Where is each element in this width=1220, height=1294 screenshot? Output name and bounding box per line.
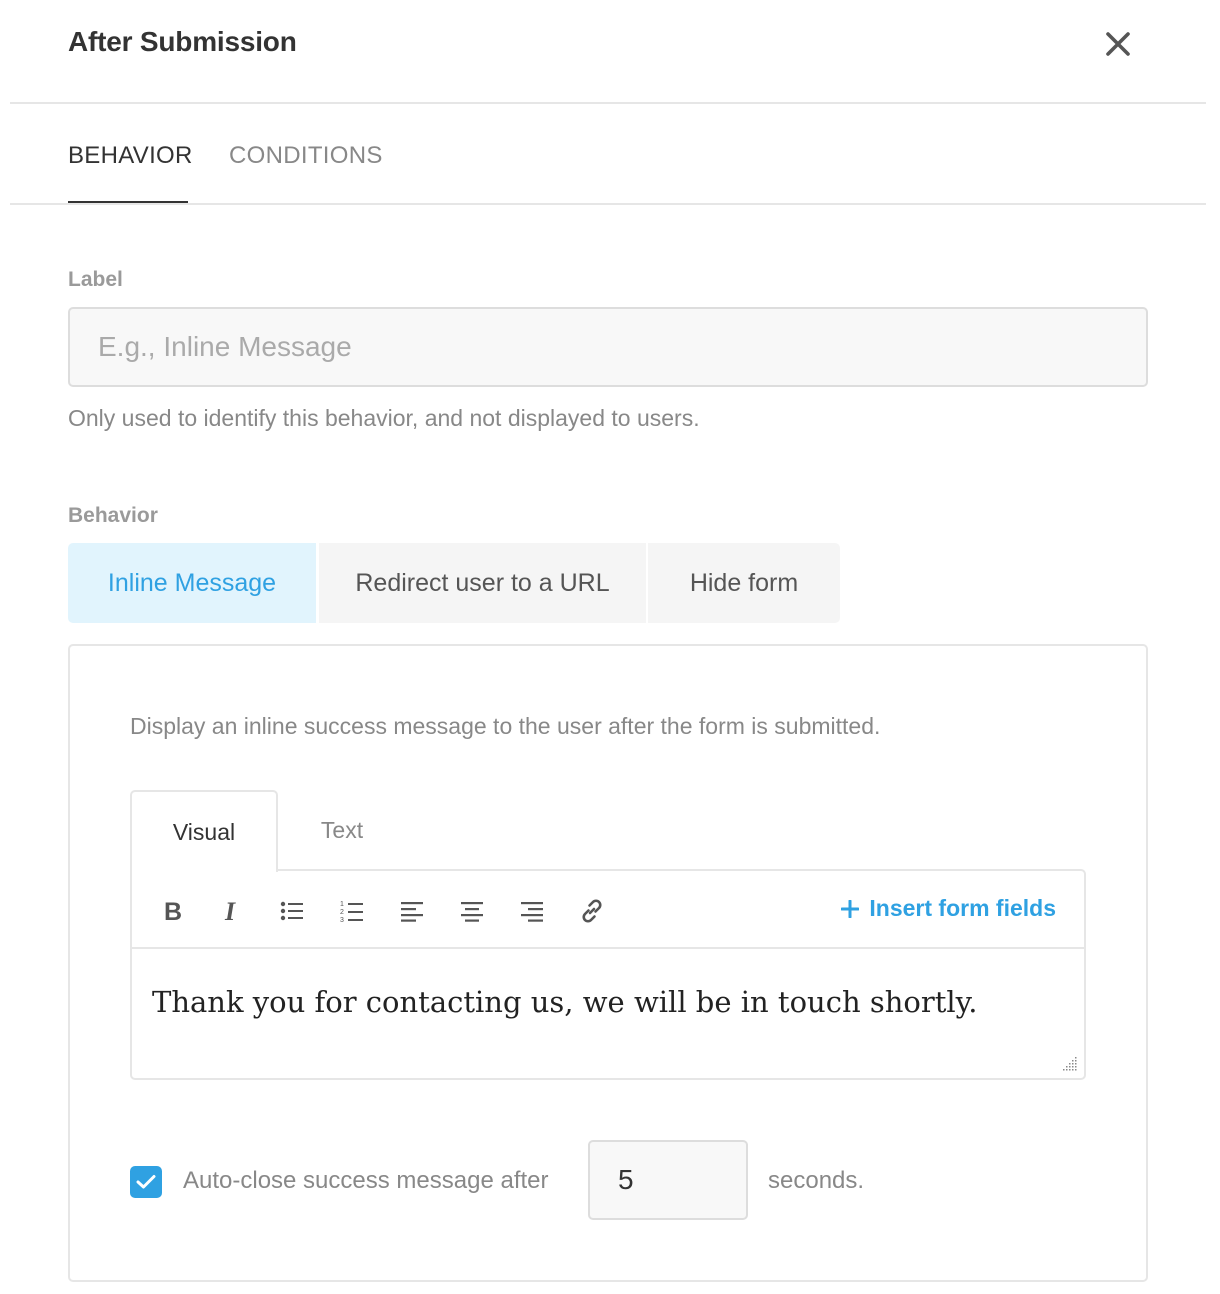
auto-close-label: Auto-close success message after <box>183 1167 549 1194</box>
insert-form-fields-label: Insert form fields <box>869 895 1056 921</box>
editor-content[interactable]: Thank you for contacting us, we will be … <box>152 985 977 1019</box>
checkmark-icon <box>136 1175 156 1189</box>
header-divider <box>10 102 1206 104</box>
bullet-list-button[interactable] <box>276 895 308 927</box>
behavior-field-label: Behavior <box>68 504 158 527</box>
dialog-title: After Submission <box>68 26 297 57</box>
resize-handle-icon[interactable] <box>1062 1056 1078 1072</box>
italic-icon: I <box>224 899 236 923</box>
rich-text-editor: B I 1 2 3 Insert form fields Thank you f… <box>130 869 1086 1080</box>
svg-text:1: 1 <box>340 901 344 908</box>
align-center-button[interactable] <box>456 895 488 927</box>
bullet-list-icon <box>280 901 303 921</box>
italic-button[interactable]: I <box>216 895 248 927</box>
numbered-list-button[interactable]: 1 2 3 <box>336 895 368 927</box>
align-left-icon <box>401 902 423 922</box>
link-icon <box>582 899 602 923</box>
dialog-header: After Submission <box>0 0 1220 104</box>
plus-icon <box>841 899 860 918</box>
auto-close-checkbox[interactable] <box>130 1166 162 1198</box>
editor-toolbar: B I 1 2 3 Insert form fields <box>132 871 1084 949</box>
svg-text:2: 2 <box>340 909 344 916</box>
label-field-label: Label <box>68 268 123 291</box>
seconds-label: seconds. <box>768 1167 865 1194</box>
bold-button[interactable]: B <box>156 895 188 927</box>
align-left-button[interactable] <box>396 895 428 927</box>
behavior-option-inline-message[interactable]: Inline Message <box>68 543 316 623</box>
auto-close-seconds-input[interactable] <box>588 1140 748 1220</box>
svg-text:3: 3 <box>340 917 344 923</box>
behavior-option-hide-form[interactable]: Hide form <box>648 543 840 623</box>
tabs-divider <box>10 203 1206 205</box>
align-right-button[interactable] <box>516 895 548 927</box>
svg-text:I: I <box>224 899 236 923</box>
behavior-option-redirect-url[interactable]: Redirect user to a URL <box>319 543 646 623</box>
tab-behavior[interactable]: BEHAVIOR <box>68 142 193 170</box>
align-right-icon <box>521 902 543 922</box>
editor-tab-visual[interactable]: Visual <box>130 790 278 872</box>
link-button[interactable] <box>576 895 608 927</box>
inline-message-description: Display an inline success message to the… <box>130 713 881 739</box>
label-input[interactable] <box>68 307 1148 387</box>
close-icon <box>1106 32 1130 56</box>
tab-conditions[interactable]: CONDITIONS <box>229 142 383 170</box>
svg-text:B: B <box>164 899 182 923</box>
label-help-text: Only used to identify this behavior, and… <box>68 405 700 431</box>
close-button[interactable] <box>1098 24 1138 64</box>
insert-form-fields-button[interactable]: Insert form fields <box>841 895 1056 922</box>
bold-icon: B <box>164 899 182 923</box>
numbered-list-icon: 1 2 3 <box>340 901 363 923</box>
align-center-icon <box>461 902 483 922</box>
editor-tab-text[interactable]: Text <box>278 790 406 870</box>
